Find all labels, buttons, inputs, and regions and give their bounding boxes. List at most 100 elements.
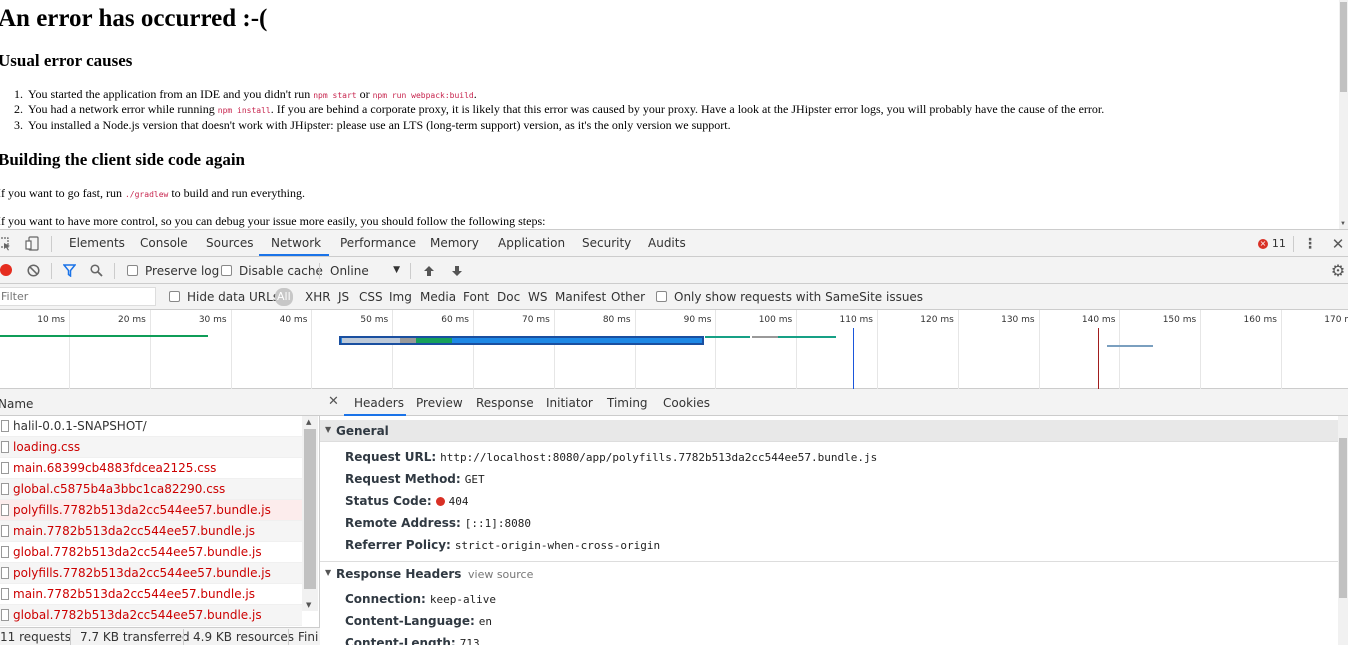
inspect-element-icon[interactable] xyxy=(0,236,12,252)
filter-input[interactable] xyxy=(0,287,156,306)
timeline-tick-label: 60 ms xyxy=(441,315,469,325)
file-icon xyxy=(1,588,9,600)
file-icon xyxy=(1,420,9,432)
type-filter-doc[interactable]: Doc xyxy=(497,290,520,304)
timeline-tick-label: 100 ms xyxy=(758,315,793,325)
divider xyxy=(70,629,71,645)
preserve-log-checkbox[interactable] xyxy=(127,265,138,276)
type-filter-manifest[interactable]: Manifest xyxy=(555,290,606,304)
general-section-header[interactable]: ▼ General xyxy=(320,420,1338,442)
page-title: An error has occurred :-( xyxy=(0,5,268,32)
tab-memory[interactable]: Memory xyxy=(430,236,479,250)
tab-response[interactable]: Response xyxy=(476,396,534,410)
error-count: 11 xyxy=(1271,237,1286,250)
request-row[interactable]: global.c5875b4a3bbc1ca82290.css xyxy=(0,479,302,500)
close-icon[interactable]: ✕ xyxy=(1330,235,1346,253)
status-code-row: Status Code: 404 xyxy=(345,494,469,508)
request-row[interactable]: loading.css xyxy=(0,437,302,458)
disable-cache-checkbox[interactable] xyxy=(221,265,232,276)
error-counter[interactable]: × 11 xyxy=(1258,236,1286,250)
tab-sources[interactable]: Sources xyxy=(206,236,253,250)
close-details-icon[interactable]: ✕ xyxy=(328,394,339,409)
request-row[interactable]: global.7782b513da2cc544ee57.bundle.js xyxy=(0,605,302,626)
search-icon[interactable] xyxy=(89,263,104,278)
type-filter-all[interactable]: All xyxy=(275,288,293,306)
tab-elements[interactable]: Elements xyxy=(69,236,125,250)
details-scrollbar[interactable] xyxy=(1338,416,1348,645)
view-source-link[interactable]: view source xyxy=(468,568,533,581)
scrollbar-thumb[interactable] xyxy=(1340,2,1347,92)
settings-gear-icon[interactable]: ⚙ xyxy=(1330,261,1346,280)
resources-size: 4.9 KB resources xyxy=(193,630,294,644)
throttling-value: Online xyxy=(330,264,369,278)
request-row[interactable]: main.7782b513da2cc544ee57.bundle.js xyxy=(0,584,302,605)
request-name: main.7782b513da2cc544ee57.bundle.js xyxy=(13,524,255,538)
timeline-gridline xyxy=(877,310,878,389)
timeline-overview[interactable]: 10 ms 20 ms 30 ms 40 ms 50 ms 60 ms 70 ms 80 ms… xyxy=(0,310,1348,389)
network-toolbar: Preserve log Disable cache Online ▼ ⚙ xyxy=(0,257,1348,284)
record-icon[interactable] xyxy=(0,264,12,276)
tab-initiator[interactable]: Initiator xyxy=(546,396,593,410)
samesite-checkbox[interactable] xyxy=(656,291,667,302)
preserve-log-label: Preserve log xyxy=(145,264,220,278)
type-filter-css[interactable]: CSS xyxy=(359,290,383,304)
tab-cookies[interactable]: Cookies xyxy=(663,396,710,410)
scrollbar-thumb[interactable] xyxy=(304,429,316,589)
tab-network[interactable]: Network xyxy=(271,236,321,250)
name-column-header[interactable]: Name xyxy=(0,397,33,411)
request-name: global.7782b513da2cc544ee57.bundle.js xyxy=(13,545,262,559)
scroll-down-arrow-icon[interactable]: ▼ xyxy=(306,601,311,609)
scrollbar-thumb[interactable] xyxy=(1339,438,1347,598)
tab-application[interactable]: Application xyxy=(498,236,565,250)
divider xyxy=(183,629,184,645)
request-name: main.7782b513da2cc544ee57.bundle.js xyxy=(13,587,255,601)
tab-timing[interactable]: Timing xyxy=(607,396,648,410)
devtools-panel: Elements Console Sources Network Perform… xyxy=(0,229,1348,645)
request-row[interactable]: main.7782b513da2cc544ee57.bundle.js xyxy=(0,521,302,542)
divider xyxy=(288,629,289,645)
type-filter-media[interactable]: Media xyxy=(420,290,456,304)
scroll-down-arrow-icon[interactable]: ▼ xyxy=(1340,221,1346,227)
scroll-up-arrow-icon[interactable]: ▲ xyxy=(306,418,311,426)
tab-console[interactable]: Console xyxy=(140,236,188,250)
request-list-scrollbar[interactable]: ▲ ▼ xyxy=(302,416,318,611)
type-filter-xhr[interactable]: XHR xyxy=(305,290,331,304)
tab-preview[interactable]: Preview xyxy=(416,396,463,410)
tab-performance[interactable]: Performance xyxy=(340,236,416,250)
timeline-gridline xyxy=(69,310,70,389)
type-filter-js[interactable]: JS xyxy=(338,290,349,304)
request-row[interactable]: global.7782b513da2cc544ee57.bundle.js xyxy=(0,542,302,563)
more-options-icon[interactable]: ⋮ xyxy=(1302,235,1318,252)
tab-audits[interactable]: Audits xyxy=(648,236,686,250)
domcontentloaded-marker xyxy=(853,328,854,389)
request-row[interactable]: halil-0.0.1-SNAPSHOT/ xyxy=(0,416,302,437)
divider xyxy=(51,236,52,252)
file-icon xyxy=(1,609,9,621)
timeline-gridline xyxy=(473,310,474,389)
clear-icon[interactable] xyxy=(26,263,41,278)
control-paragraph: If you want to have more control, so you… xyxy=(0,214,546,228)
throttling-select[interactable]: Online ▼ xyxy=(330,264,402,278)
type-filter-img[interactable]: Img xyxy=(389,290,412,304)
type-filter-ws[interactable]: WS xyxy=(528,290,547,304)
request-row[interactable]: main.68399cb4883fdcea2125.css xyxy=(0,458,302,479)
tab-headers[interactable]: Headers xyxy=(354,396,404,410)
tab-security[interactable]: Security xyxy=(582,236,631,250)
timeline-tick-label: 50 ms xyxy=(360,315,389,325)
waterfall-bar-stalled xyxy=(400,338,416,343)
response-headers-section-header[interactable]: ▼ Response Headers view source xyxy=(320,561,1338,583)
page-scrollbar[interactable]: ▼ xyxy=(1339,0,1348,229)
filter-icon[interactable] xyxy=(62,263,77,278)
request-row[interactable]: polyfills.7782b513da2cc544ee57.bundle.js xyxy=(0,500,302,521)
export-har-icon[interactable] xyxy=(449,263,464,278)
request-name: global.7782b513da2cc544ee57.bundle.js xyxy=(13,608,262,622)
hide-data-urls-checkbox[interactable] xyxy=(169,291,180,302)
import-har-icon[interactable] xyxy=(421,263,436,278)
request-row[interactable]: polyfills.7782b513da2cc544ee57.bundle.js xyxy=(0,563,302,584)
general-title: General xyxy=(336,424,389,438)
type-filter-other[interactable]: Other xyxy=(611,290,645,304)
type-filter-font[interactable]: Font xyxy=(463,290,489,304)
timeline-gridline xyxy=(957,310,959,389)
file-icon xyxy=(1,525,9,537)
device-toolbar-icon[interactable] xyxy=(24,235,40,252)
